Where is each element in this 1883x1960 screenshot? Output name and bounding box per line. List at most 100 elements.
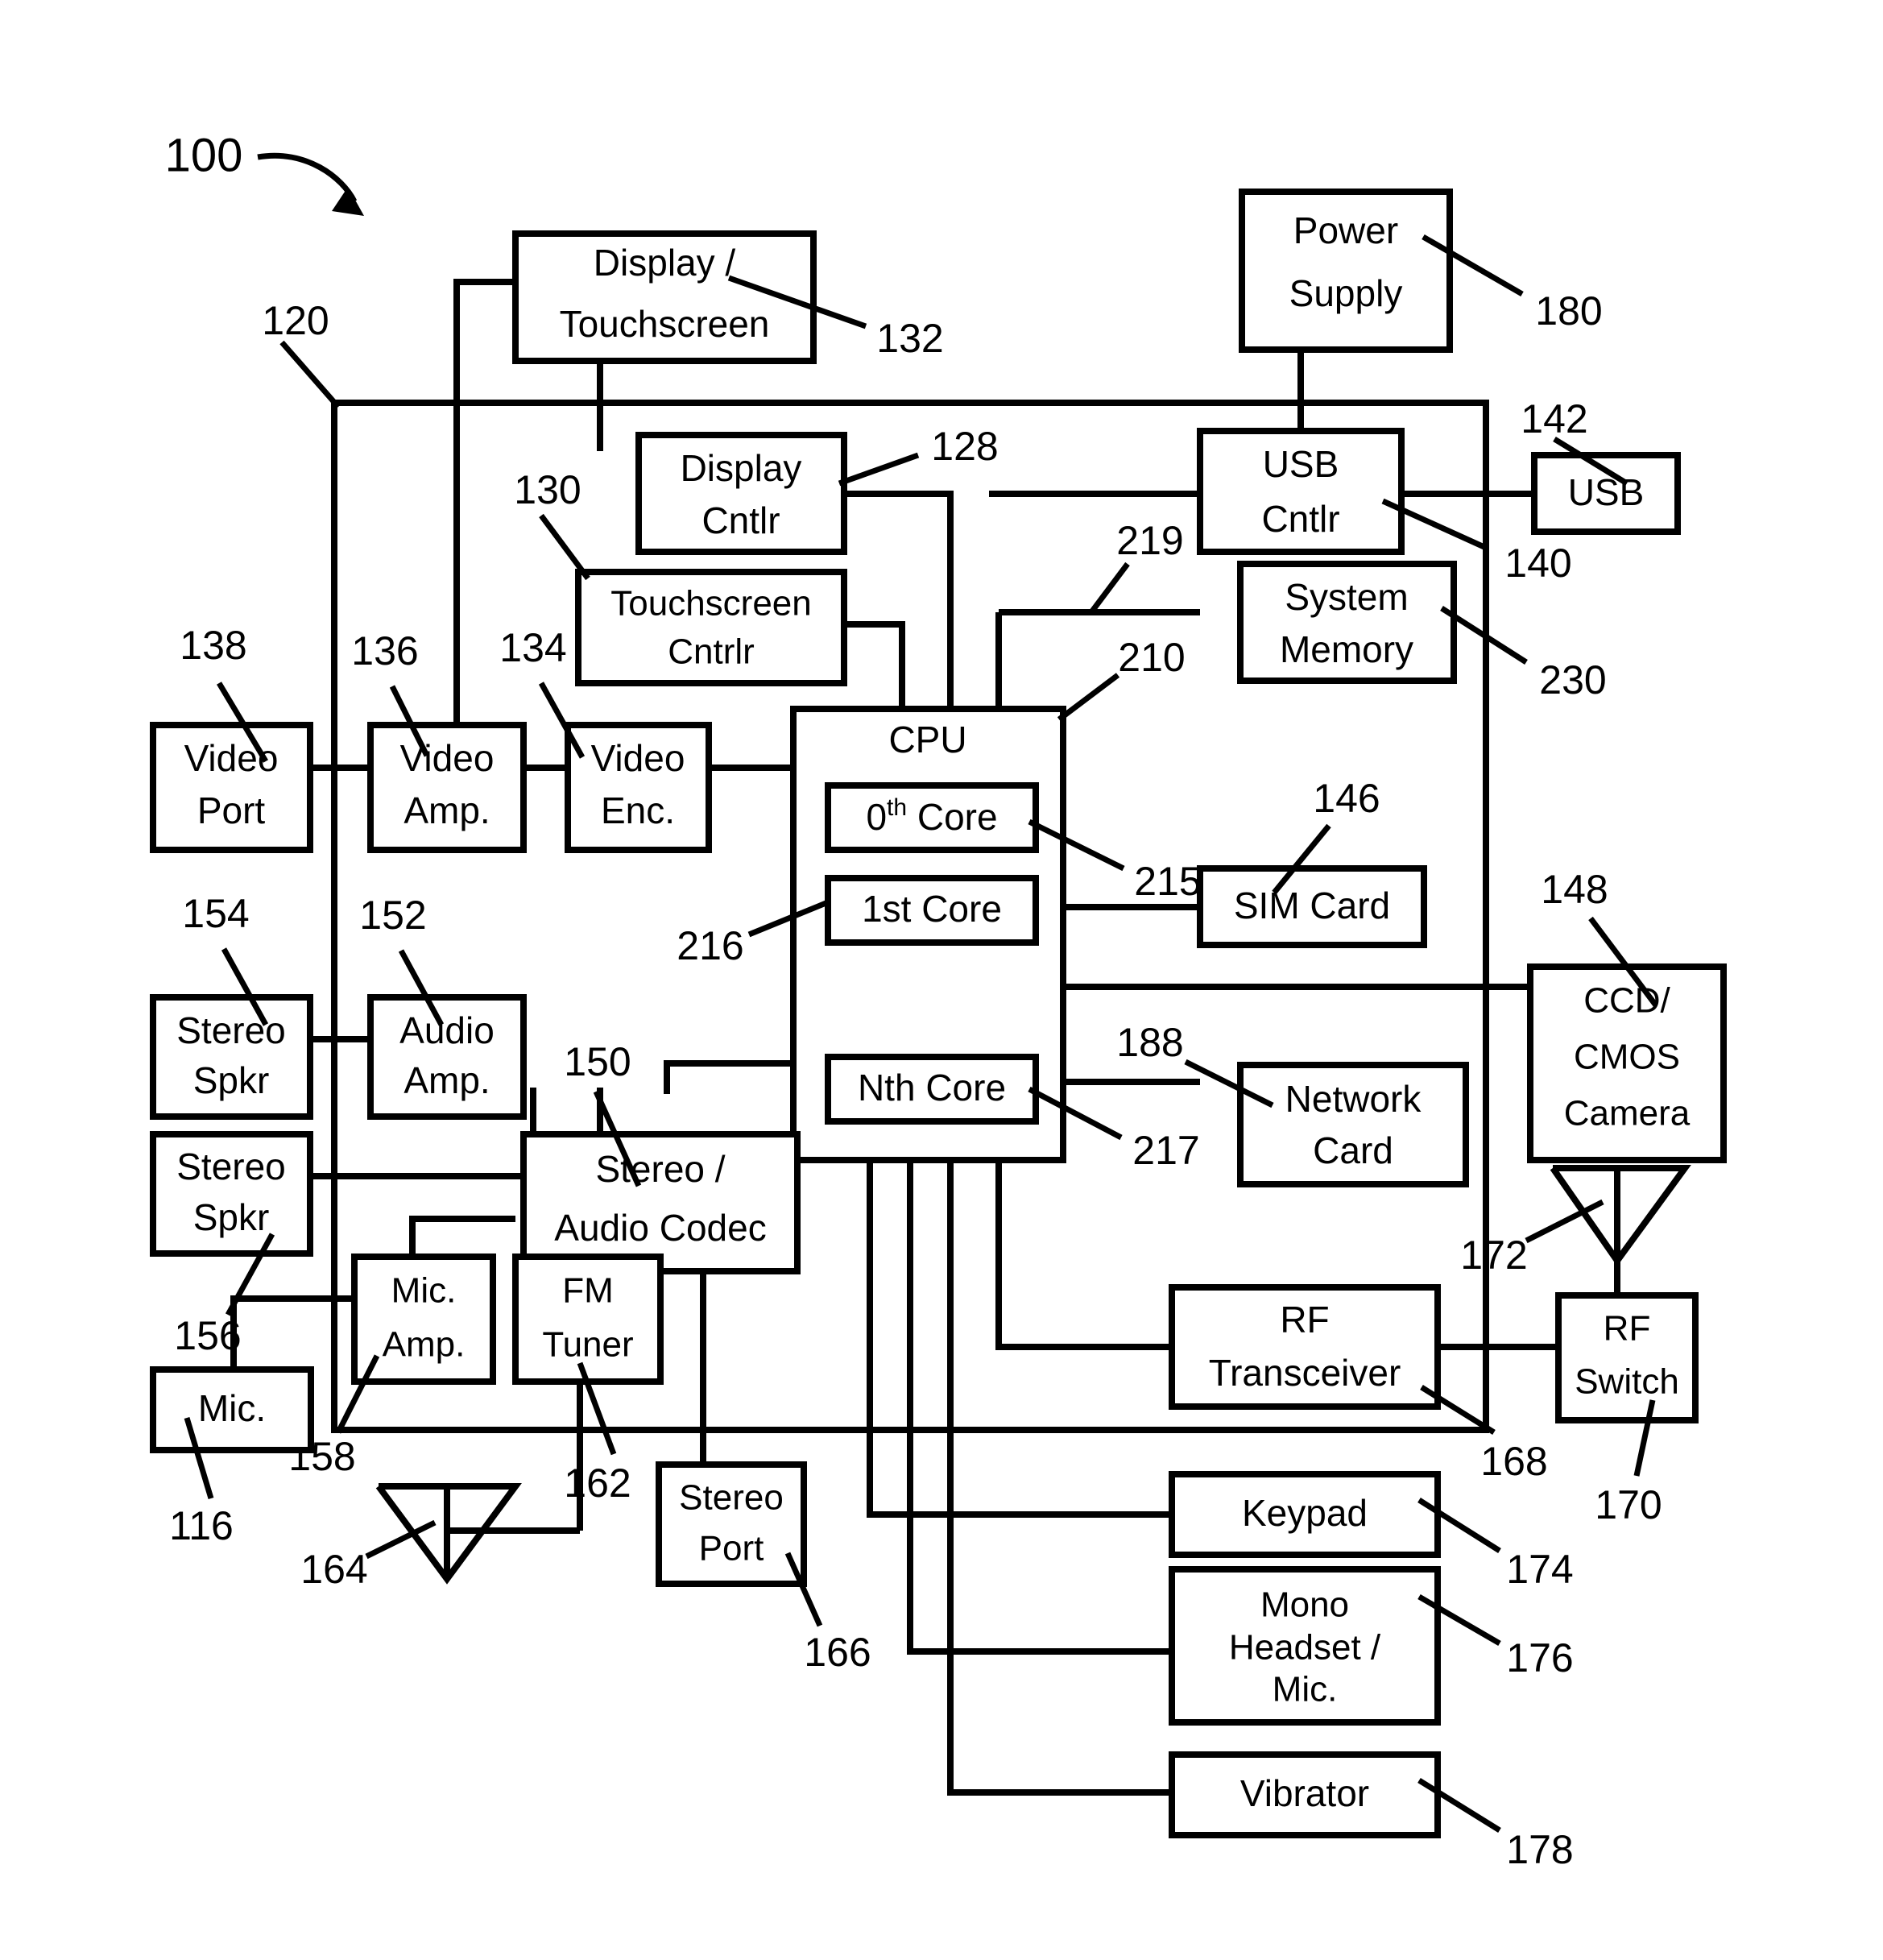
block-power-supply[interactable]: Power Supply <box>1239 189 1453 353</box>
core-1-label: 1st Core <box>862 888 1002 930</box>
ref-210: 210 <box>1057 635 1186 722</box>
video-port-line2: Port <box>197 789 266 831</box>
block-core-n[interactable]: Nth Core <box>825 1054 1039 1125</box>
usb-label: USB <box>1568 471 1645 513</box>
patent-figure-canvas: Display / Touchscreen 132 120 Power Supp… <box>0 0 1883 1960</box>
block-display-cntlr[interactable]: Display Cntlr <box>635 432 847 555</box>
video-amp-line2: Amp. <box>404 789 490 831</box>
camera-line1: CCD/ <box>1583 981 1670 1021</box>
network-card-line2: Card <box>1313 1129 1393 1171</box>
block-stereo-spkr-1[interactable]: Stereo Spkr <box>150 994 313 1120</box>
block-sim-card[interactable]: SIM Card <box>1197 865 1427 948</box>
camera-line3: Camera <box>1564 1094 1691 1133</box>
ref-178: 178 <box>1417 1778 1574 1872</box>
stereo-spkr-2-line2: Spkr <box>193 1196 270 1238</box>
block-display-touchscreen[interactable]: Display / Touchscreen <box>512 230 817 364</box>
usb-cntlr-line2: Cntlr <box>1261 498 1339 540</box>
block-mono-headset[interactable]: Mono Headset / Mic. <box>1169 1566 1441 1726</box>
ref-num-174: 174 <box>1506 1547 1573 1592</box>
mic-label: Mic. <box>198 1387 266 1429</box>
block-video-port[interactable]: Video Port <box>150 722 313 853</box>
block-system-memory[interactable]: System Memory <box>1237 561 1457 684</box>
power-supply-line2: Supply <box>1289 272 1403 314</box>
block-touchscreen-cntlr[interactable]: Touchscreen Cntrlr <box>575 569 847 686</box>
ref-num-152: 152 <box>359 893 426 938</box>
mono-headset-line3: Mic. <box>1273 1670 1338 1709</box>
wire-cpu-vibrator <box>947 1144 1172 1796</box>
core-0-label: 0th Core <box>866 794 997 838</box>
ref-num-230: 230 <box>1539 657 1606 702</box>
mic-amp-line1: Mic. <box>391 1271 457 1311</box>
block-core-1[interactable]: 1st Core <box>825 875 1039 946</box>
wire-codec-cpu <box>664 1060 793 1094</box>
cpu-title: CPU <box>888 719 966 760</box>
block-keypad[interactable]: Keypad <box>1169 1471 1441 1558</box>
audio-amp-line1: Audio <box>399 1009 495 1051</box>
mono-headset-line1: Mono <box>1260 1585 1349 1625</box>
display-cntlr-line2: Cntlr <box>701 499 780 541</box>
touchscreen-cntlr-line1: Touchscreen <box>610 584 811 624</box>
ref-128: 128 <box>838 424 999 487</box>
fm-tuner-line1: FM <box>562 1271 614 1311</box>
block-usb-cntlr[interactable]: USB Cntlr <box>1197 428 1405 555</box>
ref-num-138: 138 <box>180 623 246 668</box>
display-touchscreen-line2: Touchscreen <box>560 303 770 345</box>
ref-num-132: 132 <box>876 316 943 361</box>
ref-230: 230 <box>1440 606 1607 702</box>
ref-num-148: 148 <box>1541 867 1608 912</box>
block-rf-switch[interactable]: RF Switch <box>1555 1292 1699 1423</box>
block-ccd-cmos-camera[interactable]: CCD/ CMOS Camera <box>1527 963 1727 1163</box>
ref-219: 219 <box>1089 518 1184 615</box>
block-video-amp[interactable]: Video Amp. <box>367 722 527 853</box>
fm-antenna-icon: 164 <box>300 1483 522 1592</box>
block-vibrator[interactable]: Vibrator <box>1169 1751 1441 1838</box>
wire-cpu-keypad <box>867 1144 1172 1518</box>
ref-num-142: 142 <box>1521 396 1587 441</box>
wire-cpu-rftransceiver <box>995 1144 1172 1350</box>
ref-num-216: 216 <box>677 923 743 968</box>
block-diagram-svg: Display / Touchscreen 132 120 Power Supp… <box>150 129 1727 1872</box>
ref-num-100: 100 <box>165 129 243 181</box>
block-stereo-audio-codec[interactable]: Stereo / Audio Codec <box>520 1131 801 1274</box>
system-memory-line1: System <box>1285 576 1408 618</box>
ref-num-180: 180 <box>1535 288 1602 334</box>
ref-num-154: 154 <box>182 891 249 936</box>
touchscreen-cntlr-line2: Cntrlr <box>668 632 755 672</box>
ref-num-219: 219 <box>1116 518 1183 563</box>
fm-tuner-line2: Tuner <box>542 1325 633 1365</box>
core-n-label: Nth Core <box>858 1067 1006 1108</box>
block-usb[interactable]: USB <box>1531 452 1681 535</box>
vibrator-label: Vibrator <box>1240 1772 1369 1814</box>
block-audio-amp[interactable]: Audio Amp. <box>367 994 527 1120</box>
block-network-card[interactable]: Network Card <box>1237 1062 1469 1187</box>
video-enc-line1: Video <box>591 737 685 779</box>
ref-174: 174 <box>1417 1498 1574 1592</box>
ref-num-172: 172 <box>1460 1233 1527 1278</box>
ref-num-176: 176 <box>1506 1635 1573 1680</box>
ref-num-166: 166 <box>804 1630 871 1675</box>
block-video-enc[interactable]: Video Enc. <box>565 722 712 853</box>
ref-num-162: 162 <box>564 1461 631 1506</box>
rf-transceiver-line2: Transceiver <box>1209 1352 1401 1394</box>
ref-num-217: 217 <box>1132 1128 1199 1173</box>
block-fm-tuner[interactable]: FM Tuner <box>512 1253 664 1385</box>
wire-displaycntlr-cpu <box>844 491 954 709</box>
ref-num-134: 134 <box>499 625 566 670</box>
block-mic[interactable]: Mic. <box>150 1366 314 1453</box>
usb-cntlr-line1: USB <box>1263 443 1339 485</box>
video-amp-line1: Video <box>400 737 495 779</box>
stereo-spkr-2-line1: Stereo <box>176 1146 286 1187</box>
block-stereo-spkr-2[interactable]: Stereo Spkr <box>150 1131 313 1257</box>
mic-amp-line2: Amp. <box>383 1325 466 1365</box>
ref-num-116: 116 <box>169 1503 234 1548</box>
ref-num-128: 128 <box>931 424 998 469</box>
audio-amp-line2: Amp. <box>404 1059 490 1101</box>
system-memory-line2: Memory <box>1280 628 1413 670</box>
block-rf-transceiver[interactable]: RF Transceiver <box>1169 1284 1441 1410</box>
block-stereo-port[interactable]: Stereo Port <box>656 1461 807 1587</box>
ref-num-215: 215 <box>1134 859 1201 904</box>
ref-num-146: 146 <box>1313 776 1380 821</box>
ref-num-210: 210 <box>1118 635 1185 680</box>
rf-switch-line1: RF <box>1604 1309 1651 1349</box>
block-core-0[interactable]: 0th Core <box>825 782 1039 853</box>
